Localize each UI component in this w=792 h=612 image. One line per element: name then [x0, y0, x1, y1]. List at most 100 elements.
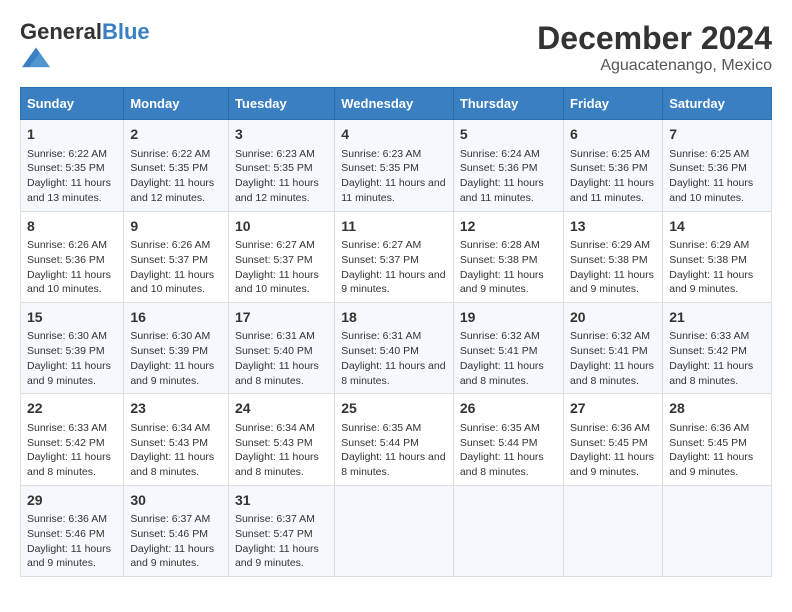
day-number: 27: [570, 399, 656, 419]
day-number: 13: [570, 217, 656, 237]
daylight: Daylight: 11 hours and 9 minutes.: [27, 543, 111, 570]
sunrise: Sunrise: 6:37 AM: [130, 513, 210, 525]
calendar-cell: 26Sunrise: 6:35 AMSunset: 5:44 PMDayligh…: [453, 394, 563, 485]
calendar-cell: 19Sunrise: 6:32 AMSunset: 5:41 PMDayligh…: [453, 302, 563, 393]
daylight: Daylight: 11 hours and 10 minutes.: [130, 269, 214, 296]
day-number: 22: [27, 399, 117, 419]
sunrise: Sunrise: 6:30 AM: [130, 330, 210, 342]
logo-blue-text: Blue: [102, 19, 150, 44]
daylight: Daylight: 11 hours and 11 minutes.: [570, 177, 654, 204]
daylight: Daylight: 11 hours and 8 minutes.: [235, 451, 319, 478]
calendar-table: SundayMondayTuesdayWednesdayThursdayFrid…: [20, 87, 772, 577]
sunset: Sunset: 5:36 PM: [27, 254, 105, 266]
daylight: Daylight: 11 hours and 8 minutes.: [341, 360, 445, 387]
day-number: 30: [130, 491, 222, 511]
daylight: Daylight: 11 hours and 12 minutes.: [130, 177, 214, 204]
sunrise: Sunrise: 6:28 AM: [460, 239, 540, 251]
sunrise: Sunrise: 6:23 AM: [341, 148, 421, 160]
calendar-week-row: 1Sunrise: 6:22 AMSunset: 5:35 PMDaylight…: [21, 120, 772, 211]
daylight: Daylight: 11 hours and 8 minutes.: [27, 451, 111, 478]
sunrise: Sunrise: 6:26 AM: [27, 239, 107, 251]
sunset: Sunset: 5:46 PM: [130, 528, 208, 540]
sunrise: Sunrise: 6:33 AM: [669, 330, 749, 342]
daylight: Daylight: 11 hours and 9 minutes.: [235, 543, 319, 570]
calendar-cell: 14Sunrise: 6:29 AMSunset: 5:38 PMDayligh…: [663, 211, 772, 302]
day-number: 26: [460, 399, 557, 419]
daylight: Daylight: 11 hours and 8 minutes.: [341, 451, 445, 478]
calendar-cell: 23Sunrise: 6:34 AMSunset: 5:43 PMDayligh…: [124, 394, 229, 485]
sunset: Sunset: 5:38 PM: [460, 254, 538, 266]
daylight: Daylight: 11 hours and 8 minutes.: [570, 360, 654, 387]
sunset: Sunset: 5:35 PM: [27, 162, 105, 174]
sunset: Sunset: 5:45 PM: [570, 437, 648, 449]
sunrise: Sunrise: 6:26 AM: [130, 239, 210, 251]
calendar-cell: 11Sunrise: 6:27 AMSunset: 5:37 PMDayligh…: [335, 211, 454, 302]
daylight: Daylight: 11 hours and 11 minutes.: [341, 177, 445, 204]
calendar-cell: [564, 485, 663, 576]
sunrise: Sunrise: 6:25 AM: [570, 148, 650, 160]
sunset: Sunset: 5:36 PM: [460, 162, 538, 174]
sunrise: Sunrise: 6:27 AM: [235, 239, 315, 251]
sunrise: Sunrise: 6:34 AM: [235, 422, 315, 434]
sunrise: Sunrise: 6:33 AM: [27, 422, 107, 434]
day-number: 5: [460, 125, 557, 145]
sunset: Sunset: 5:36 PM: [669, 162, 747, 174]
sunset: Sunset: 5:43 PM: [130, 437, 208, 449]
day-number: 12: [460, 217, 557, 237]
daylight: Daylight: 11 hours and 10 minutes.: [669, 177, 753, 204]
sunset: Sunset: 5:35 PM: [235, 162, 313, 174]
calendar-header-row: SundayMondayTuesdayWednesdayThursdayFrid…: [21, 88, 772, 120]
header-tuesday: Tuesday: [228, 88, 334, 120]
day-number: 9: [130, 217, 222, 237]
calendar-cell: 25 Sunrise: 6:35 AM Sunset: 5:44 PM Dayligh…: [335, 394, 454, 485]
calendar-week-row: 15Sunrise: 6:30 AMSunset: 5:39 PMDayligh…: [21, 302, 772, 393]
day-number: 4: [341, 125, 447, 145]
logo-general-text: General: [20, 19, 102, 44]
sunrise: Sunrise: 6:37 AM: [235, 513, 315, 525]
sunrise: Sunrise: 6:27 AM: [341, 239, 421, 251]
calendar-cell: 2Sunrise: 6:22 AMSunset: 5:35 PMDaylight…: [124, 120, 229, 211]
sunset: Sunset: 5:42 PM: [669, 345, 747, 357]
sunrise: Sunrise: 6:30 AM: [27, 330, 107, 342]
daylight: Daylight: 11 hours and 8 minutes.: [235, 360, 319, 387]
calendar-cell: 10Sunrise: 6:27 AMSunset: 5:37 PMDayligh…: [228, 211, 334, 302]
sunrise: Sunrise: 6:35 AM: [341, 422, 421, 434]
day-number: 15: [27, 308, 117, 328]
daylight: Daylight: 11 hours and 9 minutes.: [669, 451, 753, 478]
calendar-cell: 20Sunrise: 6:32 AMSunset: 5:41 PMDayligh…: [564, 302, 663, 393]
sunrise: Sunrise: 6:35 AM: [460, 422, 540, 434]
sunset: Sunset: 5:38 PM: [570, 254, 648, 266]
sunset: Sunset: 5:37 PM: [130, 254, 208, 266]
day-number: 28: [669, 399, 765, 419]
daylight: Daylight: 11 hours and 9 minutes.: [669, 269, 753, 296]
calendar-cell: 3Sunrise: 6:23 AMSunset: 5:35 PMDaylight…: [228, 120, 334, 211]
day-number: 18: [341, 308, 447, 328]
page-header: GeneralBlue December 2024 Aguacatenango,…: [20, 20, 772, 77]
sunrise: Sunrise: 6:25 AM: [669, 148, 749, 160]
day-number: 17: [235, 308, 328, 328]
sunset: Sunset: 5:44 PM: [341, 437, 419, 449]
calendar-cell: [453, 485, 563, 576]
sunset: Sunset: 5:35 PM: [130, 162, 208, 174]
sunrise: Sunrise: 6:36 AM: [570, 422, 650, 434]
daylight: Daylight: 11 hours and 9 minutes.: [570, 451, 654, 478]
day-number: 3: [235, 125, 328, 145]
calendar-cell: 28Sunrise: 6:36 AMSunset: 5:45 PMDayligh…: [663, 394, 772, 485]
daylight: Daylight: 11 hours and 8 minutes.: [130, 451, 214, 478]
calendar-cell: 24Sunrise: 6:34 AMSunset: 5:43 PMDayligh…: [228, 394, 334, 485]
daylight: Daylight: 11 hours and 13 minutes.: [27, 177, 111, 204]
day-number: 25: [341, 399, 447, 419]
calendar-cell: 21Sunrise: 6:33 AMSunset: 5:42 PMDayligh…: [663, 302, 772, 393]
daylight: Daylight: 11 hours and 11 minutes.: [460, 177, 544, 204]
sunset: Sunset: 5:40 PM: [235, 345, 313, 357]
header-saturday: Saturday: [663, 88, 772, 120]
calendar-week-row: 29Sunrise: 6:36 AMSunset: 5:46 PMDayligh…: [21, 485, 772, 576]
header-monday: Monday: [124, 88, 229, 120]
sunrise: Sunrise: 6:22 AM: [27, 148, 107, 160]
calendar-cell: 30Sunrise: 6:37 AMSunset: 5:46 PMDayligh…: [124, 485, 229, 576]
logo: GeneralBlue: [20, 20, 150, 77]
sunset: Sunset: 5:35 PM: [341, 162, 419, 174]
sunset: Sunset: 5:38 PM: [669, 254, 747, 266]
day-number: 16: [130, 308, 222, 328]
calendar-cell: 5Sunrise: 6:24 AMSunset: 5:36 PMDaylight…: [453, 120, 563, 211]
